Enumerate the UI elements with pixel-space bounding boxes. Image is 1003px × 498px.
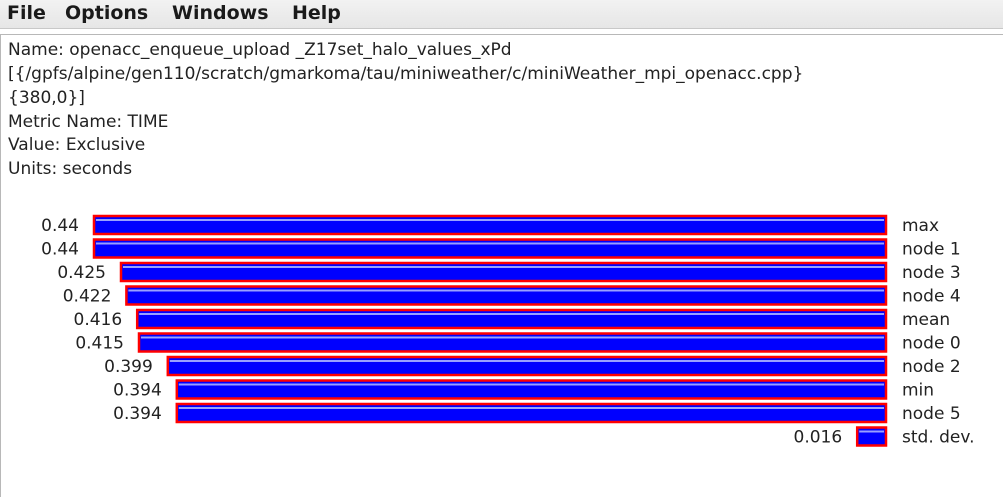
bar[interactable] xyxy=(855,426,888,447)
bar-category-label: std. dev. xyxy=(902,428,975,448)
bar-category-label: min xyxy=(902,381,934,401)
bar[interactable] xyxy=(92,238,888,259)
bar-row[interactable]: 0.016 std. dev. xyxy=(794,426,975,448)
bar-row[interactable]: 0.394 node 5 xyxy=(113,402,961,424)
bar-value-label: 0.399 xyxy=(104,357,153,377)
bar-category-label: node 5 xyxy=(902,404,961,424)
bar-row[interactable]: 0.399 node 2 xyxy=(104,355,961,377)
bar-row[interactable]: 0.425 node 3 xyxy=(57,261,961,283)
bar-category-label: node 0 xyxy=(902,334,961,354)
bar[interactable] xyxy=(92,214,888,236)
bar-category-label: node 2 xyxy=(902,357,961,377)
bar-value-label: 0.425 xyxy=(57,263,106,283)
bar-value-label: 0.415 xyxy=(75,334,124,354)
bar[interactable] xyxy=(125,285,888,306)
bar-chart-panel: Name: openacc_enqueue_upload _Z17set_hal… xyxy=(0,34,1003,497)
bar-value-label: 0.394 xyxy=(113,404,162,424)
bar-row[interactable]: 0.44 max xyxy=(41,214,939,236)
bar-chart: 0.44 max0.44 node 10.425 node 30.422 node 40… xyxy=(41,214,975,448)
bar[interactable] xyxy=(166,355,888,377)
bar[interactable] xyxy=(119,261,888,283)
bar-value-label: 0.416 xyxy=(74,310,123,330)
bar-value-label: 0.394 xyxy=(113,381,162,401)
bar-category-label: mean xyxy=(902,310,950,330)
bar-row[interactable]: 0.422 node 4 xyxy=(63,285,961,307)
menu-help[interactable]: Help xyxy=(292,2,341,24)
bar[interactable] xyxy=(135,308,888,330)
bar[interactable] xyxy=(137,332,888,353)
bar-category-label: node 3 xyxy=(902,263,961,283)
bar-row[interactable]: 0.415 node 0 xyxy=(75,332,961,354)
menu-options[interactable]: Options xyxy=(65,2,148,24)
menu-windows[interactable]: Windows xyxy=(172,2,269,24)
bar-row[interactable]: 0.416 mean xyxy=(74,308,951,330)
bar-value-label: 0.44 xyxy=(41,240,79,260)
bar-category-label: max xyxy=(902,216,939,236)
bar-category-label: node 1 xyxy=(902,240,961,260)
bar-row[interactable]: 0.394 min xyxy=(113,379,934,401)
bar-value-label: 0.44 xyxy=(41,216,79,236)
bar-row[interactable]: 0.44 node 1 xyxy=(41,238,961,260)
menu-bar: File Options Windows Help xyxy=(0,0,1003,29)
menu-file[interactable]: File xyxy=(7,2,46,24)
bar[interactable] xyxy=(175,379,888,400)
bar-value-label: 0.016 xyxy=(794,428,843,448)
bar-category-label: node 4 xyxy=(902,287,961,307)
bar-value-label: 0.422 xyxy=(63,287,112,307)
bar[interactable] xyxy=(175,402,888,424)
